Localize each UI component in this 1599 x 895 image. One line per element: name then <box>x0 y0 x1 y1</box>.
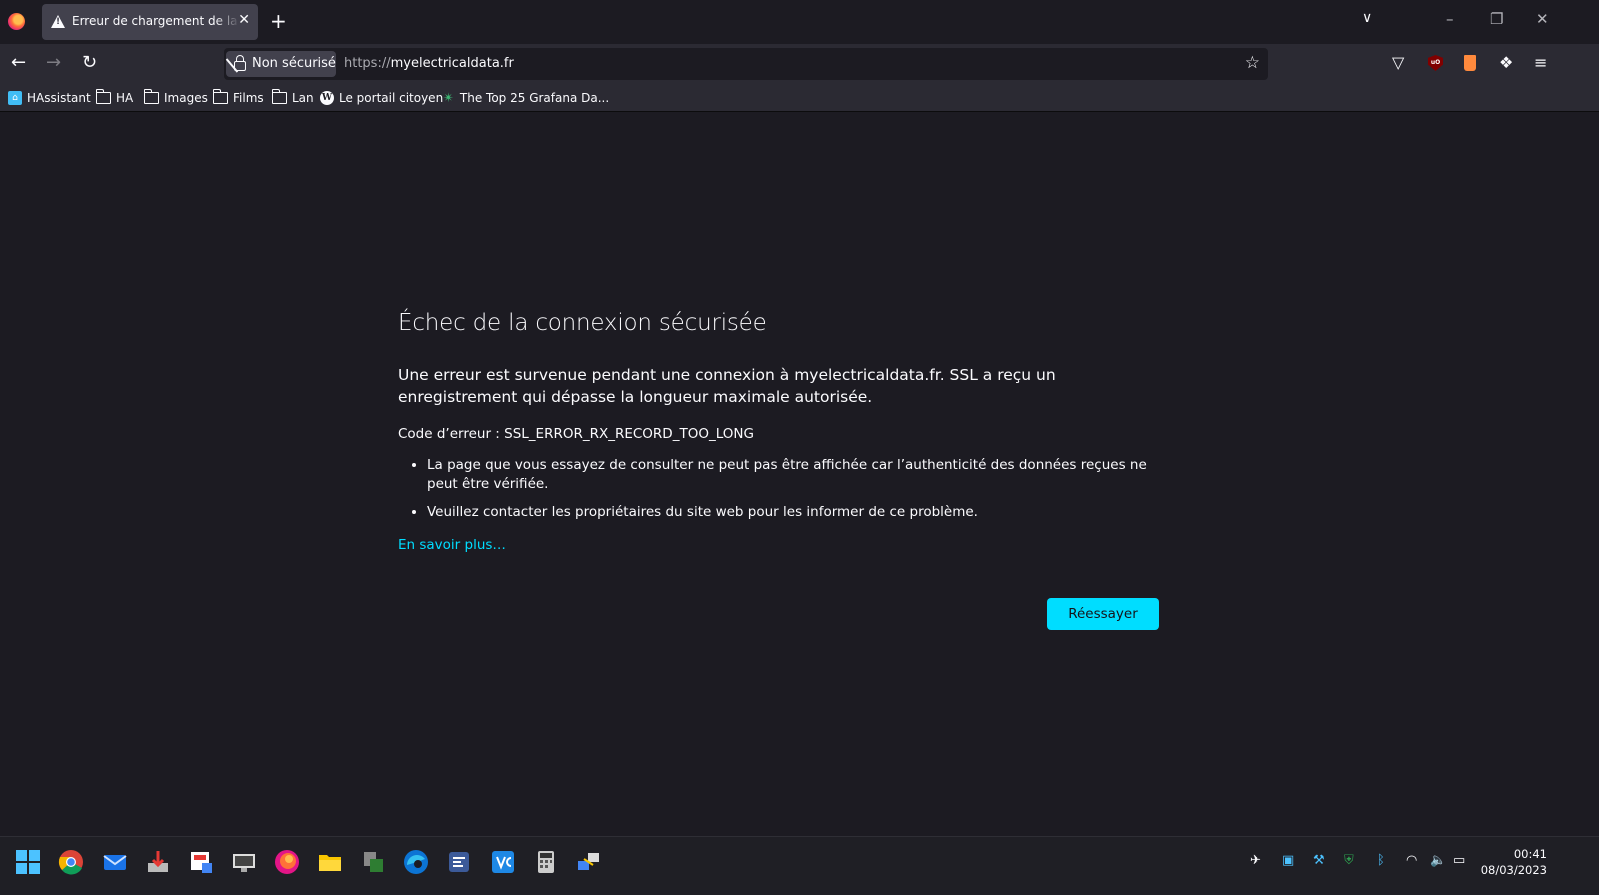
edge-icon[interactable] <box>403 849 429 875</box>
bookmark-grafana[interactable]: ✴ The Top 25 Grafana Da... <box>443 89 609 107</box>
bookmark-label: The Top 25 Grafana Da... <box>459 91 610 105</box>
windows-taskbar: ✈ ▣ ⚒ ⛨ ᛒ ◠ 🔈 ▭ 00:41 08/03/2023 <box>0 836 1599 895</box>
error-code: Code d’erreur : SSL_ERROR_RX_RECORD_TOO_… <box>398 426 754 442</box>
error-title: Échec de la connexion sécurisée <box>398 310 767 336</box>
grafana-icon: ✴ <box>443 90 454 106</box>
extensions-icon[interactable]: ❖ <box>1499 53 1513 72</box>
menu-icon[interactable]: ≡ <box>1534 53 1547 72</box>
bookmark-label: Lan <box>292 91 314 105</box>
bookmark-hassistant[interactable]: ⌂ HAssistant <box>8 89 91 107</box>
remote-desktop-icon[interactable] <box>231 849 257 875</box>
visual-studio-code-icon[interactable] <box>490 849 516 875</box>
navigation-toolbar: ← → ↻ Non sécurisé https://myelectricald… <box>0 44 1599 84</box>
windows-start-icon[interactable] <box>15 849 41 875</box>
error-advice-list: La page que vous essayez de consulter ne… <box>398 456 1160 522</box>
minimize-button[interactable]: – <box>1446 10 1454 28</box>
bluetooth-icon[interactable]: ᛒ <box>1377 853 1385 868</box>
bookmark-portail-citoyen[interactable]: W Le portail citoyen <box>320 89 443 107</box>
retry-button[interactable]: Réessayer <box>1047 598 1159 630</box>
url-input[interactable]: https://myelectricaldata.fr <box>344 56 514 71</box>
home-assistant-icon: ⌂ <box>8 91 22 105</box>
folder-icon <box>143 89 159 104</box>
close-window-button[interactable]: ✕ <box>1536 10 1549 28</box>
back-icon[interactable]: ← <box>11 52 26 73</box>
url-host: myelectricaldata.fr <box>390 56 514 71</box>
system-clock[interactable]: 00:41 08/03/2023 <box>1481 846 1547 878</box>
volume-icon[interactable]: 🔈 <box>1430 853 1446 868</box>
insecure-lock-icon <box>234 55 246 71</box>
list-all-tabs-icon[interactable]: ∨ <box>1362 10 1372 26</box>
network-tool-icon[interactable] <box>360 849 386 875</box>
tray-app-icon[interactable]: ✈ <box>1250 853 1261 868</box>
bookmark-folder-lan[interactable]: Lan <box>271 89 314 107</box>
clock-date: 08/03/2023 <box>1480 863 1547 877</box>
calculator-icon[interactable] <box>533 849 559 875</box>
download-manager-icon[interactable] <box>145 849 171 875</box>
tab-title: Erreur de chargement de la page <box>72 14 240 28</box>
snipping-tool-icon[interactable] <box>188 849 214 875</box>
windows-security-icon[interactable]: ⛨ <box>1344 853 1354 868</box>
wordpress-icon: W <box>320 91 334 105</box>
forward-icon[interactable]: → <box>46 52 61 73</box>
mail-icon[interactable] <box>102 849 128 875</box>
list-item: La page que vous essayez de consulter ne… <box>427 456 1160 494</box>
folder-icon <box>212 89 228 104</box>
bookmark-star-icon[interactable]: ☆ <box>1245 53 1260 73</box>
code-editor-icon[interactable] <box>446 849 472 875</box>
url-bar[interactable]: Non sécurisé https://myelectricaldata.fr… <box>224 48 1268 80</box>
warning-icon <box>51 15 65 28</box>
error-description: Une erreur est survenue pendant une conn… <box>398 366 1056 406</box>
list-item: Veuillez contacter les propriétaires du … <box>427 503 1160 522</box>
folder-icon <box>95 89 111 104</box>
security-indicator[interactable]: Non sécurisé <box>226 51 336 77</box>
trash-extension-icon[interactable] <box>1464 55 1476 71</box>
bookmark-label: Images <box>164 91 208 105</box>
reload-icon[interactable]: ↻ <box>82 52 97 73</box>
bookmark-folder-images[interactable]: Images <box>143 89 208 107</box>
bookmark-label: Le portail citoyen <box>339 91 444 105</box>
security-label: Non sécurisé <box>252 56 336 71</box>
pocket-icon[interactable]: ▽ <box>1392 53 1404 72</box>
bookmark-folder-ha[interactable]: HA <box>95 89 134 107</box>
restore-button[interactable]: ❐ <box>1490 10 1503 28</box>
tab-active[interactable]: Erreur de chargement de la page ✕ <box>42 4 258 40</box>
error-page: Échec de la connexion sécurisée Une erre… <box>398 310 1160 553</box>
bookmarks-toolbar: ⌂ HAssistant HA Images Films Lan W Le po… <box>0 84 1599 112</box>
bookmark-label: Films <box>233 91 264 105</box>
clock-time: 00:41 <box>1513 847 1547 861</box>
ublock-origin-icon[interactable]: uO <box>1428 55 1443 71</box>
network-connections-icon[interactable] <box>576 849 602 875</box>
battery-icon[interactable]: ▭ <box>1453 853 1465 868</box>
bookmark-label: HA <box>116 91 134 105</box>
learn-more-link[interactable]: En savoir plus… <box>398 537 506 553</box>
tray-tool-icon[interactable]: ⚒ <box>1313 853 1325 868</box>
chrome-icon[interactable] <box>58 849 84 875</box>
close-tab-icon[interactable]: ✕ <box>238 12 250 28</box>
bookmark-label: HAssistant <box>27 91 91 105</box>
tray-d-icon[interactable]: ▣ <box>1282 853 1294 868</box>
url-scheme: https:// <box>344 56 391 71</box>
bookmark-folder-films[interactable]: Films <box>212 89 264 107</box>
folder-icon <box>271 89 287 104</box>
tab-strip: Erreur de chargement de la page ✕ + ∨ – … <box>0 0 1599 44</box>
firefox-icon <box>8 13 25 30</box>
file-explorer-icon[interactable] <box>317 849 343 875</box>
firefox-taskbar-icon[interactable] <box>274 849 300 875</box>
new-tab-button[interactable]: + <box>270 9 287 33</box>
wifi-icon[interactable]: ◠ <box>1406 853 1417 868</box>
